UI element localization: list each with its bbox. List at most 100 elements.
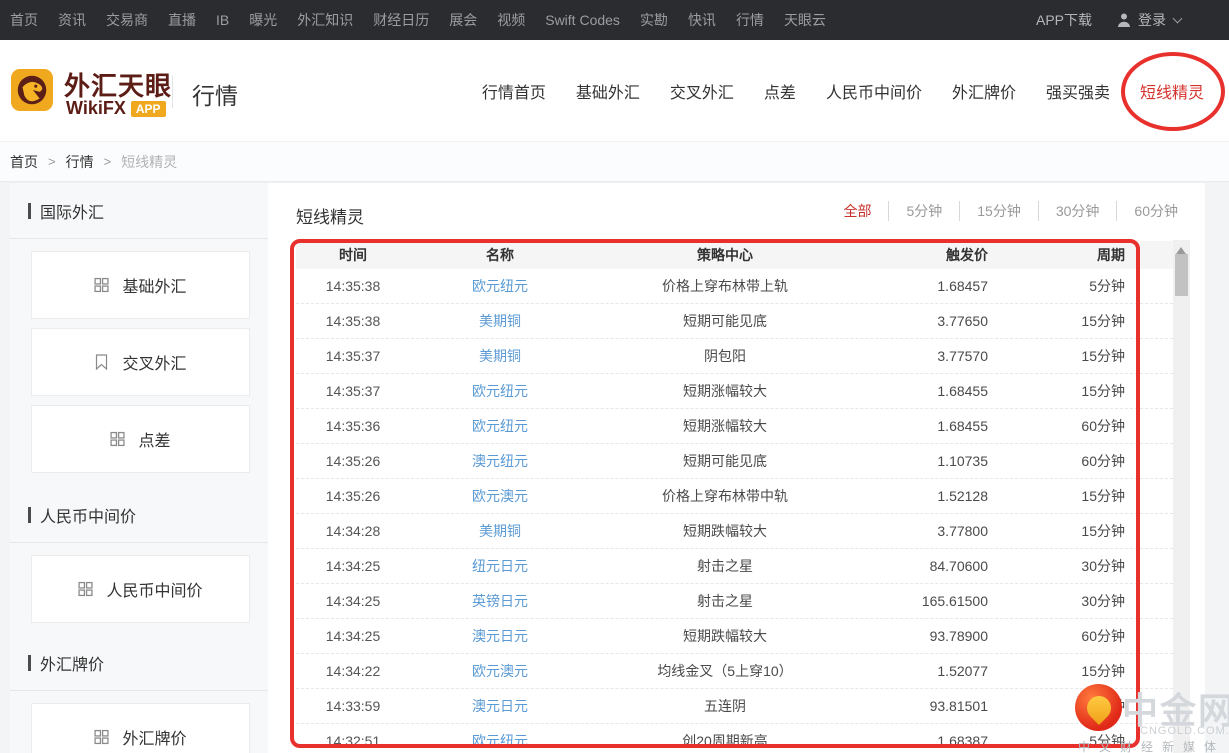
table-row: 14:34:25 英镑日元 射击之星 165.61500 30分钟 [296,584,1173,619]
table-row: 14:35:38 美期铜 短期可能见底 3.77650 15分钟 [296,304,1173,339]
logo-text-en-row: WikiFX APP [66,98,166,119]
grid-icon [94,277,109,293]
top-nav-item[interactable]: 直播 [158,10,206,30]
chevron-down-icon [1173,14,1183,24]
top-nav-item[interactable]: 外汇知识 [287,10,363,30]
instrument-link[interactable]: 纽元日元 [472,558,528,574]
instrument-link[interactable]: 美期铜 [479,313,521,329]
subnav-item[interactable]: 短线精灵 [1140,79,1204,103]
cell-strategy: 短期涨幅较大 [590,416,860,436]
sidebar-card-label: 点差 [138,427,170,451]
top-nav-item[interactable]: Swift Codes [535,12,630,28]
table-row: 14:33:59 澳元日元 五连阴 93.81501 60分钟 [296,689,1173,724]
table-header-row: 时间 名称 策略中心 触发价 周期 [296,241,1173,269]
sidebar-card[interactable]: 点差 [31,405,250,473]
cell-period: 60分钟 [995,416,1133,436]
site-header: 外汇天眼 WikiFX APP 行情 行情首页 基础外汇 交叉外汇 点差 人民币… [0,40,1229,142]
top-nav-item[interactable]: 视频 [487,10,535,30]
instrument-link[interactable]: 欧元纽元 [472,383,528,399]
subnav-item[interactable]: 点差 [764,79,796,103]
table-scrollbar[interactable] [1173,240,1190,753]
scrollbar-thumb[interactable] [1175,254,1188,296]
sidebar-card[interactable]: 交叉外汇 [31,328,250,396]
subnav-item[interactable]: 外汇牌价 [952,79,1016,103]
instrument-link[interactable]: 美期铜 [479,523,521,539]
sidebar-card[interactable]: 外汇牌价 [31,703,250,753]
cell-period: 60分钟 [995,451,1133,471]
wikifx-logo[interactable] [11,69,53,111]
subnav-item[interactable]: 人民币中间价 [826,79,922,103]
col-header-period: 周期 [995,245,1133,265]
top-nav-item[interactable]: 天眼云 [774,10,836,30]
filter-tab[interactable]: 全部 [826,201,888,221]
top-nav-item[interactable]: 交易商 [96,10,158,30]
instrument-link[interactable]: 欧元澳元 [472,488,528,504]
instrument-link[interactable]: 欧元纽元 [472,733,528,749]
content-area: 国际外汇 基础外汇 交叉外汇 点差 [0,183,1229,753]
top-nav-item[interactable]: 展会 [439,10,487,30]
filter-tab[interactable]: 5分钟 [888,201,959,221]
top-nav-item[interactable]: 行情 [726,10,774,30]
cell-strategy: 均线金叉（5上穿10） [590,661,860,681]
cell-time: 14:35:37 [296,348,410,364]
top-nav-item[interactable]: 财经日历 [363,10,439,30]
filter-tab[interactable]: 60分钟 [1116,201,1178,221]
sidebar-card[interactable]: 基础外汇 [31,251,250,319]
breadcrumb-section[interactable]: 行情 [66,152,94,172]
instrument-link[interactable]: 欧元澳元 [472,663,528,679]
cell-strategy: 短期涨幅较大 [590,381,860,401]
subnav-item[interactable]: 交叉外汇 [670,79,734,103]
cell-period: 60分钟 [995,696,1133,716]
instrument-link[interactable]: 澳元日元 [472,628,528,644]
subnav-item[interactable]: 行情首页 [482,79,546,103]
cell-time: 14:32:51 [296,733,410,749]
top-nav-item[interactable]: 资讯 [48,10,96,30]
subnav-item[interactable]: 基础外汇 [576,79,640,103]
subnav-item[interactable]: 强买强卖 [1046,79,1110,103]
cell-period: 5分钟 [995,276,1133,296]
cell-price: 3.77650 [860,313,995,329]
top-nav-item[interactable]: IB [206,12,239,28]
top-nav-item[interactable]: 实勘 [630,10,678,30]
cell-price: 165.61500 [860,593,995,609]
table-row: 14:34:25 纽元日元 射击之星 84.70600 30分钟 [296,549,1173,584]
cell-name: 美期铜 [410,346,590,366]
top-nav-item[interactable]: 曝光 [239,10,287,30]
cell-time: 14:33:59 [296,698,410,714]
scrollbar-up-arrow[interactable] [1176,247,1186,254]
section-title: 外汇牌价 [40,651,104,675]
logo-text-en: WikiFX [66,98,126,119]
breadcrumb-home[interactable]: 首页 [10,152,38,172]
filter-tab[interactable]: 30分钟 [1038,201,1117,221]
breadcrumb: 首页 > 行情 > 短线精灵 [0,142,1229,182]
cell-time: 14:34:22 [296,663,410,679]
sidebar-card-label: 人民币中间价 [106,577,202,601]
instrument-link[interactable]: 英镑日元 [472,593,528,609]
divider [10,542,268,543]
top-nav-item[interactable]: 快讯 [678,10,726,30]
cell-period: 15分钟 [995,311,1133,331]
sidebar-section-international: 国际外汇 [28,199,268,223]
top-nav-item[interactable]: 首页 [0,10,48,30]
instrument-link[interactable]: 美期铜 [479,348,521,364]
app-download-link[interactable]: APP下载 [1036,10,1092,30]
sidebar: 国际外汇 基础外汇 交叉外汇 点差 [10,183,268,753]
cell-name: 澳元纽元 [410,451,590,471]
cell-strategy: 价格上穿布林带中轨 [590,486,860,506]
instrument-link[interactable]: 澳元纽元 [472,453,528,469]
login-button[interactable]: 登录 [1116,10,1181,30]
instrument-link[interactable]: 欧元纽元 [472,418,528,434]
breadcrumb-separator: > [104,154,112,169]
cell-strategy: 价格上穿布林带上轨 [590,276,860,296]
cell-strategy: 阴包阳 [590,346,860,366]
instrument-link[interactable]: 澳元日元 [472,698,528,714]
cell-time: 14:34:28 [296,523,410,539]
cell-strategy: 五连阴 [590,696,860,716]
breadcrumb-current: 短线精灵 [121,152,177,172]
sidebar-section-rates: 外汇牌价 [28,651,268,675]
table-row: 14:35:37 欧元纽元 短期涨幅较大 1.68455 15分钟 [296,374,1173,409]
instrument-link[interactable]: 欧元纽元 [472,278,528,294]
sidebar-card[interactable]: 人民币中间价 [31,555,250,623]
cell-price: 93.78900 [860,628,995,644]
filter-tab[interactable]: 15分钟 [959,201,1038,221]
